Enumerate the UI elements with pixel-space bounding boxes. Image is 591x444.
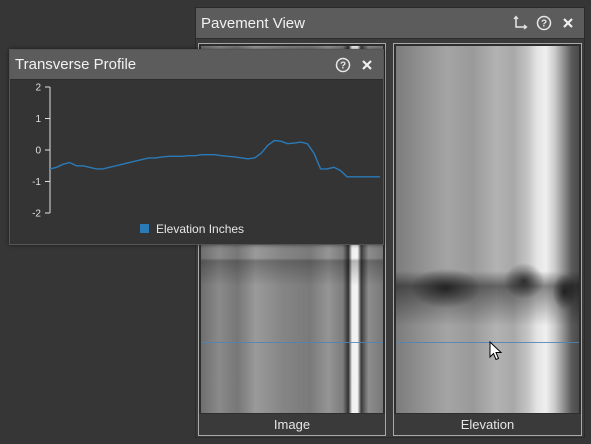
profile-chart[interactable]: 2 1 0 -1 -2 Elevation Inches: [10, 81, 383, 244]
elevation-view[interactable]: [396, 46, 579, 413]
transverse-profile-title: Transverse Profile: [15, 56, 137, 73]
elevation-pane-label: Elevation: [394, 414, 581, 435]
y-tick-label: 0: [35, 146, 41, 157]
close-icon[interactable]: [560, 15, 576, 31]
close-icon[interactable]: [359, 57, 375, 73]
mouse-pointer-icon: [489, 341, 503, 361]
svg-text:?: ?: [340, 60, 346, 71]
pavement-view-header[interactable]: Pavement View ?: [196, 8, 584, 39]
profile-position-line: [201, 342, 383, 343]
help-icon[interactable]: ?: [335, 57, 351, 73]
legend-swatch: [140, 224, 149, 233]
image-pane-label: Image: [199, 414, 385, 435]
elevation-series-line: [49, 139, 380, 178]
svg-text:?: ?: [541, 19, 547, 30]
help-icon[interactable]: ?: [536, 15, 552, 31]
legend-label: Elevation Inches: [156, 222, 244, 236]
pavement-view-title: Pavement View: [201, 14, 305, 32]
y-tick-label: -2: [32, 209, 41, 220]
y-tick-label: 2: [35, 83, 41, 94]
transverse-profile-window: Transverse Profile ? 2 1 0 -1 -2 Elevation In…: [9, 49, 384, 245]
transverse-profile-header[interactable]: Transverse Profile ?: [10, 50, 383, 80]
y-tick-label: -1: [32, 177, 41, 188]
move-axes-icon[interactable]: [512, 15, 528, 31]
y-tick-label: 1: [35, 114, 41, 125]
elevation-pane: Elevation: [393, 43, 582, 436]
profile-position-line: [396, 342, 579, 343]
elevation-image: [396, 46, 579, 413]
